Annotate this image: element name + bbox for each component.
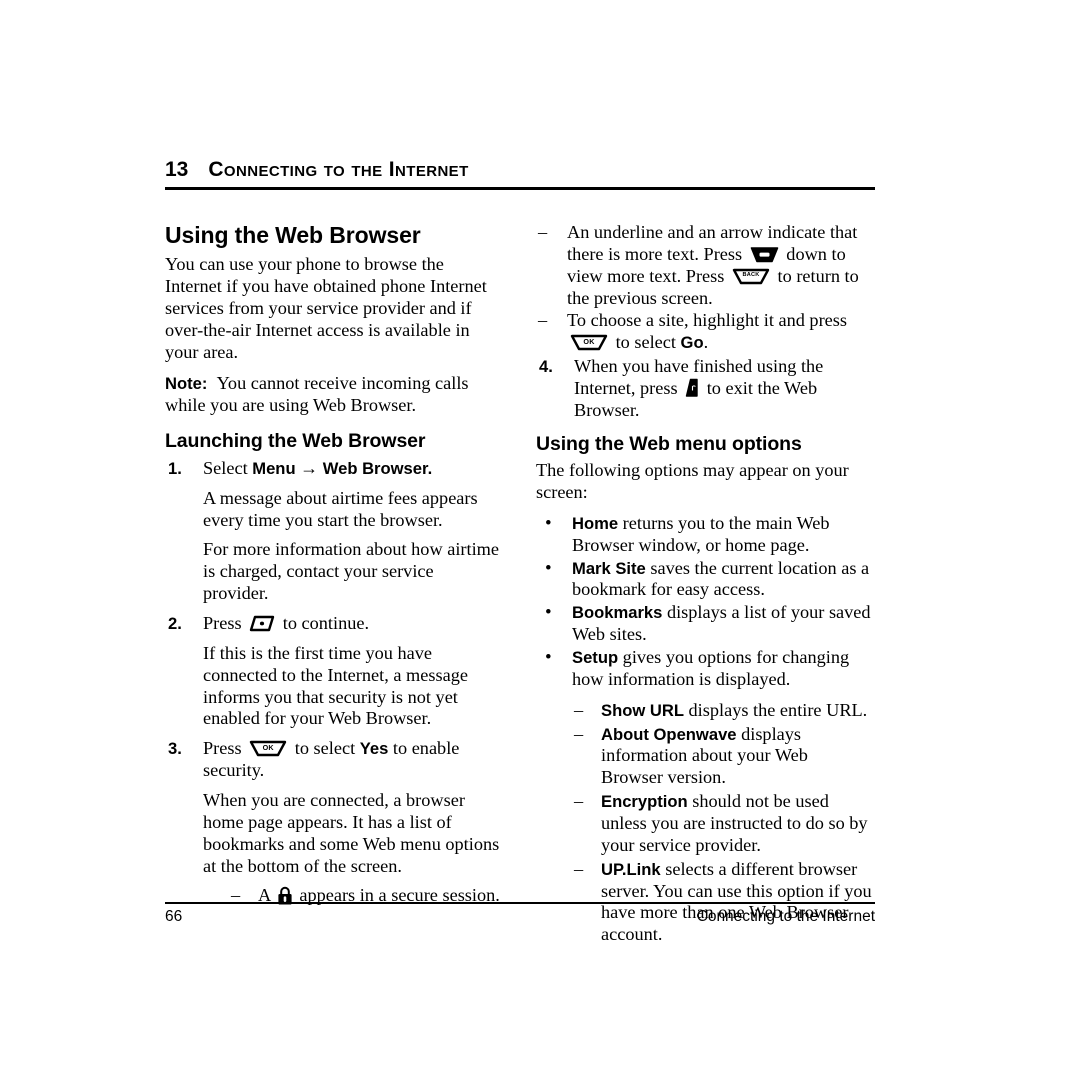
step-item: 1. Select Menu → Web Browser. A message …: [165, 458, 502, 605]
bullet-item: • Bookmarks displays a list of your save…: [536, 602, 873, 646]
dash-text: An underline and an arrow indicate that …: [567, 222, 873, 309]
step-item: 4. When you have finished using the Inte…: [536, 356, 873, 422]
chapter-rule: [165, 187, 875, 190]
dash-text: About Openwave displays information abou…: [601, 724, 873, 790]
web-browser-label: Web Browser: [322, 458, 428, 478]
right-arrow-icon: →: [300, 457, 319, 478]
step-lead-pre: Press: [203, 738, 247, 759]
dash-item: – About Openwave displays information ab…: [572, 724, 873, 790]
option-label-encryption: Encryption: [601, 792, 688, 812]
footer-page-number: 66: [165, 908, 183, 925]
step-lead: When you have finished using the Interne…: [574, 356, 873, 422]
subsection-title-web-menu-options: Using the Web menu options: [536, 432, 802, 455]
bullet-marker: •: [545, 602, 552, 624]
option-label-up-link: UP.Link: [601, 859, 661, 879]
chapter-title: Connecting to the Internet: [208, 158, 469, 181]
dash-marker: –: [538, 222, 548, 242]
dash-item: – To choose a site, highlight it and pre…: [536, 310, 873, 354]
step-lead-post: to continue.: [278, 613, 370, 633]
note-text: You cannot receive incoming calls while …: [165, 372, 469, 415]
step-paragraph: A message about airtime fees appears eve…: [203, 487, 478, 530]
dash-seg2: to select: [611, 332, 681, 353]
footer-chapter-label: Connecting to the Internet: [696, 908, 875, 925]
nav-key-icon: [750, 246, 779, 263]
step-marker: 4.: [539, 357, 553, 377]
web-menu-bullet-list: • Home returns you to the main Web Brows…: [536, 513, 873, 946]
step-lead: Press to continue.: [203, 613, 502, 635]
step4-list: 4. When you have finished using the Inte…: [536, 356, 873, 422]
option-label-bookmarks: Bookmarks: [572, 603, 663, 623]
subsection-title-launching: Launching the Web Browser: [165, 430, 426, 453]
dash-marker: –: [574, 723, 584, 744]
step-item: 3. Press OK to select Yes to enable secu…: [165, 738, 502, 907]
dash-seg3: .: [703, 332, 709, 353]
step-marker: 1.: [168, 458, 182, 478]
dash-marker: –: [574, 858, 584, 879]
dash-desc: displays the entire URL.: [683, 699, 868, 720]
menu-label: Menu: [252, 458, 296, 478]
step-lead-mid: to select: [290, 738, 360, 759]
dash-marker: –: [574, 699, 584, 720]
bullet-marker: •: [545, 647, 552, 668]
right-column: – An underline and an arrow indicate tha…: [536, 222, 873, 947]
end-key-icon: [685, 378, 699, 398]
option-label-about-openwave: About Openwave: [601, 724, 737, 744]
chapter-header: 13 Connecting to the Internet: [165, 158, 875, 190]
section-title-using-web-browser: Using the Web Browser: [165, 222, 421, 248]
step-lead-pre: Press: [203, 613, 247, 633]
step-item: 2. Press to continue. If this is the fir…: [165, 613, 502, 730]
web-menu-intro: The following options may appear on your…: [536, 460, 849, 502]
manual-page: 13 Connecting to the Internet Using the …: [165, 0, 875, 1080]
bullet-item: • Mark Site saves the current location a…: [536, 558, 873, 602]
dash-marker: –: [538, 310, 548, 331]
step-paragraph: If this is the first time you have conne…: [203, 642, 468, 729]
go-label: Go: [680, 333, 704, 353]
dash-item: – Encryption should not be used unless y…: [572, 791, 873, 857]
chapter-number: 13: [165, 158, 189, 181]
top-dash-list: – An underline and an arrow indicate tha…: [536, 222, 873, 354]
dash-item: – Show URL displays the entire URL.: [572, 700, 873, 722]
bullet-item: • Home returns you to the main Web Brows…: [536, 513, 873, 557]
option-label-mark-site: Mark Site: [572, 558, 646, 578]
launching-steps-list: 1. Select Menu → Web Browser. A message …: [165, 458, 502, 907]
bullet-text: Mark Site saves the current location as …: [572, 558, 873, 602]
option-label-show-url: Show URL: [601, 700, 684, 720]
dash-seg1: To choose a site, highlight it and press: [567, 310, 848, 331]
bullet-text: Bookmarks displays a list of your saved …: [572, 602, 873, 646]
intro-paragraph: You can use your phone to browse the Int…: [165, 254, 487, 362]
page-footer: 66 Connecting to the Internet: [165, 902, 875, 926]
bullet-text: Setup gives you options for changing how…: [572, 647, 873, 691]
yes-label: Yes: [359, 739, 389, 759]
back-key-icon: BACK: [732, 268, 770, 285]
dash-marker: –: [574, 791, 584, 812]
step-lead-pre: Select: [203, 457, 253, 478]
bullet-text: Home returns you to the main Web Browser…: [572, 513, 873, 557]
step-lead: Select Menu → Web Browser.: [203, 458, 502, 480]
step-paragraph: For more information about how airtime i…: [203, 539, 499, 604]
ok-key-icon: OK: [570, 334, 608, 351]
ok-key-icon: OK: [249, 740, 287, 757]
note-label: Note:: [165, 373, 208, 393]
step-lead: Press OK to select Yes to enable securit…: [203, 738, 502, 782]
option-label-home: Home: [572, 513, 619, 533]
bullet-marker: •: [545, 512, 552, 534]
bullet-marker: •: [545, 557, 552, 579]
dash-text: Show URL displays the entire URL.: [601, 700, 873, 722]
footer-rule: [165, 902, 875, 904]
dash-text: To choose a site, highlight it and press…: [567, 310, 873, 354]
note-paragraph: Note: You cannot receive incoming calls …: [165, 373, 502, 417]
step-marker: 3.: [168, 739, 182, 759]
softkey-icon: [249, 615, 275, 632]
option-label-setup: Setup: [572, 648, 619, 667]
step-lead-post: .: [427, 458, 433, 478]
left-column: Using the Web Browser You can use your p…: [165, 222, 502, 915]
dash-item: – An underline and an arrow indicate tha…: [536, 222, 873, 309]
step-paragraph: When you are connected, a browser home p…: [203, 790, 500, 876]
dash-text: Encryption should not be used unless you…: [601, 791, 873, 857]
step-marker: 2.: [168, 614, 182, 633]
